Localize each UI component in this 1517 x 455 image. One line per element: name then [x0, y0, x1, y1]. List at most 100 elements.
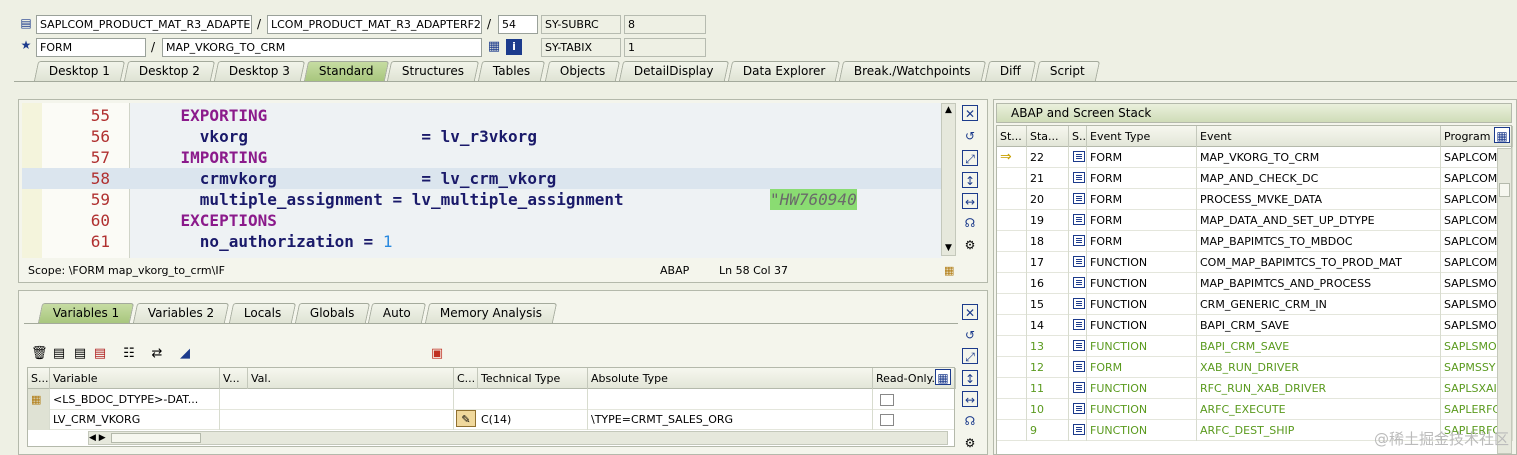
stack-row[interactable]: 16 FUNCTION MAP_BAPIMTCS_AND_PROCESS SAPLSM…	[997, 273, 1513, 294]
var-tab-locals[interactable]: Locals	[228, 303, 297, 323]
save-variables-icon[interactable]: ▤	[92, 346, 108, 362]
code-line[interactable]: 60 EXCEPTIONS	[22, 210, 942, 231]
hierarchy-icon[interactable]: ☷	[121, 346, 137, 362]
stack-row[interactable]: 10 FUNCTION ARFC_EXECUTE SAPLERFC	[997, 399, 1513, 420]
tab-break-watchpoints[interactable]: Break./Watchpoints	[839, 61, 986, 81]
read-only-checkbox[interactable]	[880, 414, 894, 426]
stack-row[interactable]: 11 FUNCTION RFC_RUN_XAB_DRIVER SAPLSXAI	[997, 378, 1513, 399]
navigate-icon[interactable]: ⇄	[149, 346, 165, 362]
tab-objects[interactable]: Objects	[544, 61, 621, 81]
tab-desktop-3[interactable]: Desktop 3	[213, 61, 305, 81]
stack-col-header[interactable]: S...	[1069, 126, 1087, 147]
var-col-header[interactable]: Variable	[50, 368, 220, 389]
tool-settings-icon[interactable]: ⚙	[962, 237, 978, 253]
var-services-icon[interactable]: ☊	[962, 413, 978, 429]
sy-tabix-label: SY-TABIX	[541, 38, 621, 57]
row-selector[interactable]	[28, 409, 50, 430]
line-field[interactable]: 54	[498, 15, 538, 34]
code-line[interactable]: 55 EXPORTING	[22, 105, 942, 126]
var-col-header[interactable]: Technical Type	[478, 368, 588, 389]
close-var-tool-icon[interactable]: ✕	[962, 304, 978, 320]
var-col-header[interactable]: S...	[28, 368, 50, 389]
variable-detail-icon[interactable]: ▤	[72, 346, 88, 362]
stack-col-header[interactable]: Event	[1197, 126, 1441, 147]
delete-icon[interactable]: 🗑	[31, 346, 48, 362]
select-icon[interactable]: ◢	[177, 346, 193, 362]
stack-row[interactable]: 21 FORM MAP_AND_CHECK_DC SAPLCOM	[997, 168, 1513, 189]
stack-col-header[interactable]: St...	[997, 126, 1027, 147]
var-col-header[interactable]: V...	[220, 368, 248, 389]
stack-type-cell: FORM	[1087, 210, 1197, 231]
stack-row[interactable]: 12 FORM XAB_RUN_DRIVER SAPMSSY	[997, 357, 1513, 378]
stack-row[interactable]: 18 FORM MAP_BAPIMTCS_TO_MBDOC SAPLCOM	[997, 231, 1513, 252]
tab-diff[interactable]: Diff	[984, 61, 1036, 81]
stack-row[interactable]: 13 FUNCTION BAPI_CRM_SAVE SAPLSMO	[997, 336, 1513, 357]
maximize-var-icon[interactable]: ⤢	[962, 348, 978, 364]
event-field[interactable]: MAP_VKORG_TO_CRM	[162, 38, 482, 57]
read-only-checkbox[interactable]	[880, 394, 894, 406]
program-field[interactable]: SAPLCOM_PRODUCT_MAT_R3_ADAPTER	[36, 15, 252, 34]
var-col-header[interactable]: Absolute Type	[588, 368, 873, 389]
include-field[interactable]: LCOM_PRODUCT_MAT_R3_ADAPTERF25	[267, 15, 482, 34]
var-tab-variables-1[interactable]: Variables 1	[37, 303, 135, 323]
expand-var-vertical-icon[interactable]: ↕	[962, 370, 978, 386]
code-line[interactable]: 61 no_authorization = 1	[22, 231, 942, 252]
tab-standard[interactable]: Standard	[303, 61, 389, 81]
code-line[interactable]: 58 crmvkorg = lv_crm_vkorg	[22, 168, 942, 189]
row-selector[interactable]: ▦	[28, 389, 50, 410]
source-code-editor[interactable]: 55 EXPORTING 56 vkorg = lv_r3vkorg 57 IMPO…	[22, 103, 942, 258]
variable-row[interactable]: ▦ <LS_BDOC_DTYPE>-DAT...	[28, 389, 954, 410]
stack-status-cell	[997, 168, 1027, 189]
stack-col-header[interactable]: Sta...	[1027, 126, 1069, 147]
display-code-icon[interactable]: ▦	[486, 39, 502, 55]
swap-var-tool-icon[interactable]: ↺	[962, 327, 978, 343]
expand-horizontal-icon[interactable]: ↔	[962, 193, 978, 209]
var-value-cell[interactable]	[248, 409, 454, 430]
stack-vertical-scrollbar[interactable]	[1497, 148, 1512, 454]
stack-row[interactable]: 19 FORM MAP_DATA_AND_SET_UP_DTYPE SAPLCOM	[997, 210, 1513, 231]
expand-vertical-icon[interactable]: ↕	[962, 172, 978, 188]
code-line[interactable]: 57 IMPORTING	[22, 147, 942, 168]
stack-row[interactable]: 14 FUNCTION BAPI_CRM_SAVE SAPLSMO	[997, 315, 1513, 336]
editor-vertical-scrollbar[interactable]: ▲ ▼	[941, 103, 956, 256]
var-value-cell[interactable]	[248, 389, 454, 410]
stack-row[interactable]: ⇒ 22 FORM MAP_VKORG_TO_CRM SAPLCOM	[997, 147, 1513, 168]
variable-list-icon[interactable]: ▤	[51, 346, 67, 362]
maximize-icon[interactable]: ⤢	[962, 150, 978, 166]
var-tab-auto[interactable]: Auto	[368, 303, 427, 323]
stack-row[interactable]: 20 FORM PROCESS_MVKE_DATA SAPLCOM	[997, 189, 1513, 210]
var-col-header[interactable]: Val.	[248, 368, 454, 389]
var-tool-settings-icon[interactable]: ⚙	[962, 435, 978, 451]
var-tab-globals[interactable]: Globals	[294, 303, 370, 323]
edit-icon[interactable]: ▦	[944, 262, 954, 280]
services-icon[interactable]: ☊	[962, 215, 978, 231]
variable-row[interactable]: LV_CRM_VKORG C(14) \TYPE=CRMT_SALES_ORG ✎	[28, 409, 954, 430]
save-icon[interactable]: ▣	[429, 346, 445, 362]
edit-pencil-icon[interactable]: ✎	[456, 410, 476, 427]
stack-row[interactable]: 15 FUNCTION CRM_GENERIC_CRM_IN SAPLSMO	[997, 294, 1513, 315]
tab-desktop-1[interactable]: Desktop 1	[33, 61, 126, 81]
tab-data-explorer[interactable]: Data Explorer	[727, 61, 841, 81]
tab-structures[interactable]: Structures	[387, 61, 480, 81]
info-icon[interactable]: i	[506, 39, 522, 55]
event-type-icon	[1069, 357, 1087, 378]
var-col-header[interactable]: C...	[454, 368, 478, 389]
code-line[interactable]: 59 multiple_assignment = lv_multiple_ass…	[22, 189, 942, 210]
code-line[interactable]: 56 vkorg = lv_r3vkorg	[22, 126, 942, 147]
close-tool-icon[interactable]: ✕	[962, 105, 978, 121]
event-type-field[interactable]: FORM	[36, 38, 146, 57]
tab-tables[interactable]: Tables	[478, 61, 546, 81]
var-horizontal-scrollbar[interactable]: ◀ ▶	[88, 431, 948, 445]
var-tab-memory-analysis[interactable]: Memory Analysis	[425, 303, 558, 323]
tab-desktop-2[interactable]: Desktop 2	[123, 61, 216, 81]
tab-detaildisplay[interactable]: DetailDisplay	[618, 61, 729, 81]
stack-type-cell: FORM	[1087, 189, 1197, 210]
expand-var-horizontal-icon[interactable]: ↔	[962, 391, 978, 407]
var-tab-variables-2[interactable]: Variables 2	[133, 303, 230, 323]
swap-tool-icon[interactable]: ↺	[962, 128, 978, 144]
stack-table-settings-icon[interactable]: ▦	[1494, 127, 1510, 143]
var-table-settings-icon[interactable]: ▦	[935, 369, 951, 385]
stack-col-header[interactable]: Event Type	[1087, 126, 1197, 147]
tab-script[interactable]: Script	[1034, 61, 1100, 81]
stack-row[interactable]: 17 FUNCTION COM_MAP_BAPIMTCS_TO_PROD_MAT SA…	[997, 252, 1513, 273]
